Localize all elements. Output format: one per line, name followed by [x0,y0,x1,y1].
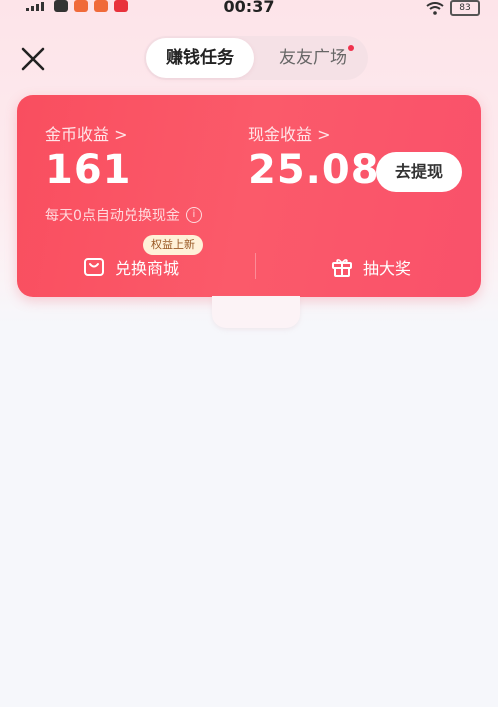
lucky-draw-label: 抽大奖 [363,259,412,278]
status-time: 00:37 [223,0,275,16]
action-divider [255,253,256,279]
wifi-icon [426,1,444,15]
battery-icon: 83 [450,0,480,16]
pull-tab[interactable] [212,296,300,328]
coin-earnings-value: 161 [45,147,132,193]
exchange-mall-label: 兑换商城 [115,259,180,278]
cash-earnings-link[interactable]: 现金收益 > [248,121,331,145]
earn-money-screen: 00:37 83 赚钱任务 友友广场 金币收益 > 161 现金收益 > 25.… [0,0,498,707]
withdraw-button[interactable]: 去提现 [376,152,462,192]
status-right-icons: 83 [426,0,480,16]
status-bar: 00:37 83 [0,0,498,18]
exchange-note: 每天0点自动兑换现金 i [45,205,202,225]
exchange-note-text: 每天0点自动兑换现金 [45,208,180,224]
unread-dot [348,45,354,51]
cash-earnings-value: 25.08 [248,147,380,193]
lucky-draw-button[interactable]: 抽大奖 [331,253,411,281]
new-benefits-badge: 权益上新 [143,235,203,255]
earnings-card: 金币收益 > 161 现金收益 > 25.08 去提现 每天0点自动兑换现金 i… [17,95,481,297]
gift-icon [332,259,352,277]
info-icon[interactable]: i [185,207,202,223]
close-button[interactable] [16,42,50,76]
tab-friends-square-label: 友友广场 [279,48,347,68]
tab-earn-tasks[interactable]: 赚钱任务 [146,38,254,78]
tab-friends-square[interactable]: 友友广场 [260,36,366,80]
exchange-mall-button[interactable]: 兑换商城 [83,253,179,281]
close-icon [21,47,45,71]
tab-switcher: 赚钱任务 友友广场 [144,36,368,80]
coin-earnings-link[interactable]: 金币收益 > [45,121,128,145]
shopping-bag-icon [84,258,104,276]
